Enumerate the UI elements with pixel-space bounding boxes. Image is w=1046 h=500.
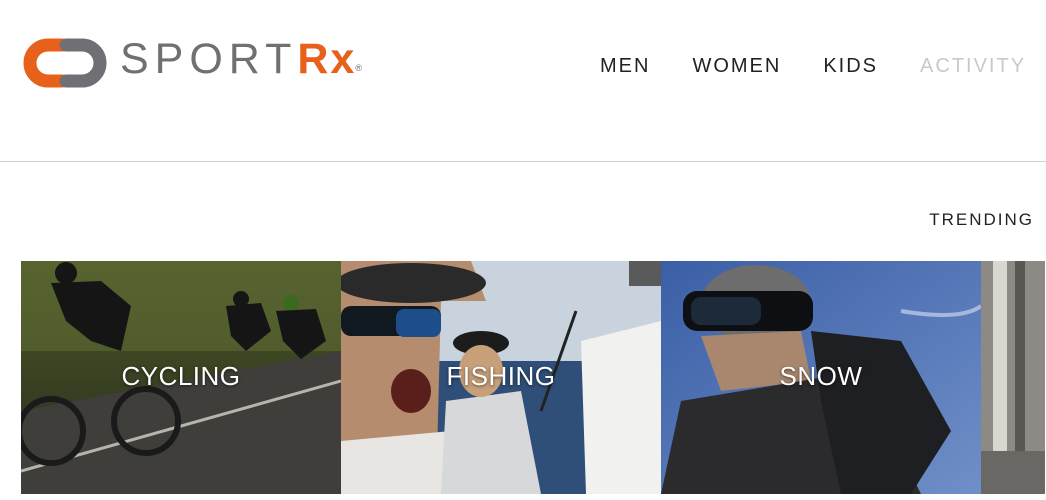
logo-word-sport: SPORT xyxy=(120,34,298,83)
logo-wordmark: SPORTRx® xyxy=(120,31,362,96)
tile-next-partial[interactable] xyxy=(981,261,1045,494)
sportrx-logo-icon xyxy=(23,38,107,88)
nav-item-kids[interactable]: KIDS xyxy=(823,55,878,78)
tile-cycling[interactable]: CYCLING xyxy=(21,261,341,494)
tile-snow[interactable]: SNOW xyxy=(661,261,981,494)
sportrx-logo[interactable]: SPORTRx® xyxy=(22,35,362,91)
header-divider xyxy=(0,161,1046,162)
logo-registered-mark: ® xyxy=(355,62,362,73)
tile-fishing[interactable]: FISHING xyxy=(341,261,661,494)
tile-fishing-label: FISHING xyxy=(446,361,556,391)
trending-heading: TRENDING xyxy=(929,210,1034,229)
tile-snow-label: SNOW xyxy=(779,361,863,391)
nav-item-men[interactable]: MEN xyxy=(600,55,650,78)
main-nav: MEN WOMEN KIDS ACTIVITY xyxy=(600,55,1046,78)
trending-tiles: CYCLING FISHING SNOW xyxy=(21,261,1045,494)
nav-item-activity[interactable]: ACTIVITY xyxy=(920,55,1026,78)
page: SPORTRx® MEN WOMEN KIDS ACTIVITY TRENDIN… xyxy=(0,0,1046,500)
next-tile-photo xyxy=(981,261,1045,494)
site-header: SPORTRx® MEN WOMEN KIDS ACTIVITY xyxy=(0,0,1046,162)
tile-cycling-label: CYCLING xyxy=(121,361,241,391)
logo-word-rx: Rx xyxy=(297,34,357,83)
nav-item-women[interactable]: WOMEN xyxy=(692,55,781,78)
